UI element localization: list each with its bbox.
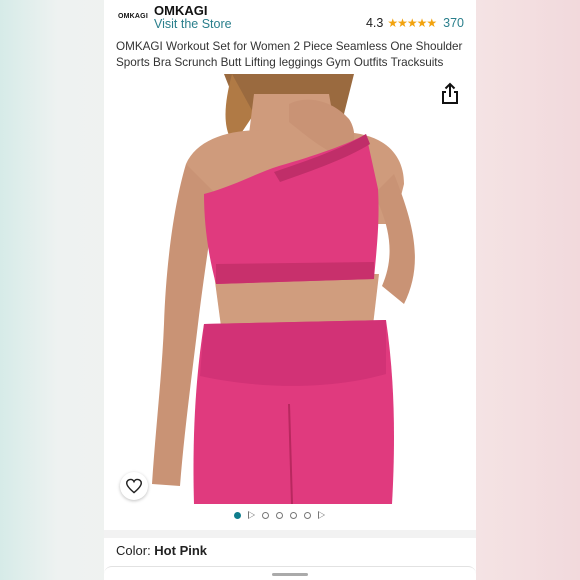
color-selection: Color: Hot Pink bbox=[116, 543, 207, 558]
store-header: OMKAGI OMKAGI Visit the Store 4.3 ★★★★★ … bbox=[104, 0, 476, 34]
heart-icon bbox=[125, 478, 143, 494]
color-value: Hot Pink bbox=[154, 543, 208, 558]
drag-handle[interactable] bbox=[272, 573, 308, 576]
rating-value: 4.3 bbox=[365, 16, 384, 30]
product-card: OMKAGI OMKAGI Visit the Store 4.3 ★★★★★ … bbox=[104, 0, 476, 580]
carousel-dot-3[interactable] bbox=[262, 511, 269, 519]
carousel-dot-5[interactable] bbox=[290, 511, 297, 519]
share-icon bbox=[442, 82, 458, 104]
carousel-dot-4[interactable] bbox=[276, 511, 283, 519]
video-play-indicator-icon[interactable] bbox=[248, 511, 255, 519]
product-image bbox=[104, 74, 476, 504]
video-play-indicator-icon-2[interactable] bbox=[318, 511, 325, 519]
color-label: Color: bbox=[116, 543, 155, 558]
wishlist-button[interactable] bbox=[120, 472, 148, 500]
product-title: OMKAGI Workout Set for Women 2 Piece Sea… bbox=[116, 40, 463, 69]
rating-stars-icon: ★★★★★ bbox=[387, 16, 437, 30]
section-divider bbox=[104, 530, 476, 538]
carousel-dot-6[interactable] bbox=[304, 511, 311, 519]
store-logo[interactable]: OMKAGI bbox=[113, 2, 153, 30]
carousel-dot-1[interactable] bbox=[234, 511, 241, 519]
brand-name[interactable]: OMKAGI bbox=[154, 3, 207, 18]
share-button[interactable] bbox=[438, 82, 462, 106]
bottom-sheet[interactable] bbox=[104, 566, 476, 580]
rating-summary[interactable]: 4.3 ★★★★★ 370 bbox=[366, 16, 464, 30]
carousel-indicators bbox=[234, 511, 325, 519]
visit-store-link[interactable]: Visit the Store bbox=[154, 17, 232, 31]
product-image-carousel[interactable] bbox=[104, 74, 476, 504]
review-count[interactable]: 370 bbox=[443, 16, 464, 30]
